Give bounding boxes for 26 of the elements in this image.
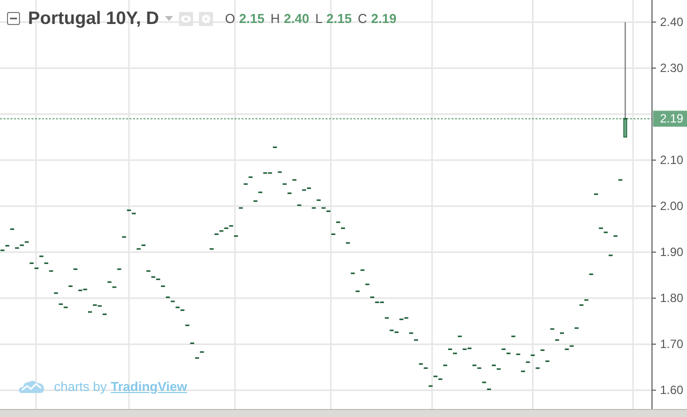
settings-icon[interactable]	[199, 12, 214, 26]
axis-label: 2.30	[660, 61, 684, 76]
axis-label: 1.60	[660, 383, 684, 398]
ohlc-label: C	[358, 11, 368, 26]
axis-label: 2.40	[660, 15, 684, 30]
ohlc-label: L	[315, 11, 322, 26]
axis-label: 1.90	[660, 245, 684, 260]
caret-icon[interactable]	[165, 16, 174, 21]
ohlc-value: 2.40	[284, 11, 310, 26]
ohlc-label: O	[225, 11, 236, 26]
cloud-logo-icon	[19, 378, 44, 394]
ohlc-label: H	[270, 11, 280, 26]
branding-link[interactable]: TradingView	[110, 378, 188, 394]
axis-label: 2.00	[660, 199, 684, 214]
last-price-label: 2.19	[653, 110, 687, 127]
symbol-title: Portugal 10Y, D	[28, 8, 160, 29]
ohlc-value: 2.19	[371, 11, 396, 26]
axis-label: 1.70	[660, 337, 684, 352]
axis-label: 2.10	[660, 153, 684, 168]
branding-text: charts by	[54, 378, 107, 394]
eye-icon[interactable]	[179, 12, 194, 26]
ohlc-value: 2.15	[239, 11, 264, 26]
ohlc-value: 2.15	[326, 11, 352, 26]
axis-label: 1.80	[660, 291, 684, 306]
ref-line-label: 2.19	[660, 112, 684, 126]
collapse-icon[interactable]	[7, 12, 20, 25]
